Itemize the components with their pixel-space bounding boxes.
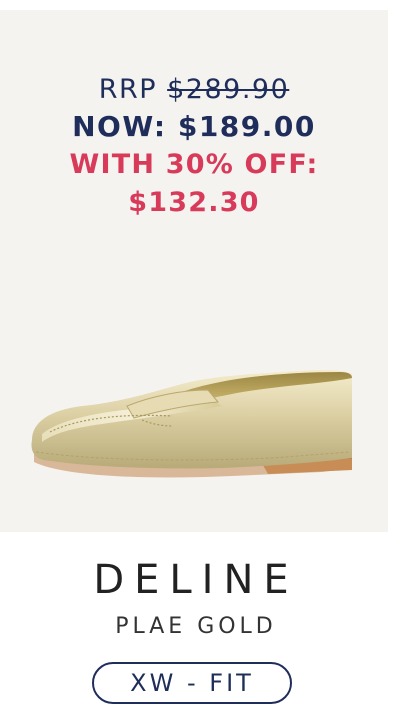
price-block: RRP $289.90 NOW: $189.00 WITH 30% OFF: $… [0, 72, 388, 222]
now-price: NOW: $189.00 [72, 110, 316, 143]
product-name[interactable]: DELINE [0, 556, 392, 604]
rrp-price: RRP $289.90 [0, 72, 388, 108]
gold-loafer-shoe-icon [31, 370, 353, 478]
product-card[interactable]: RRP $289.90 NOW: $189.00 WITH 30% OFF: $… [0, 0, 400, 728]
rrp-value: $289.90 [167, 74, 290, 105]
rrp-label: RRP [98, 74, 158, 105]
discount-price: WITH 30% OFF: $132.30 [69, 149, 319, 218]
product-image-panel[interactable]: RRP $289.90 NOW: $189.00 WITH 30% OFF: $… [0, 10, 388, 532]
fit-badge[interactable]: XW - FIT [92, 662, 292, 704]
product-color: PLAE GOLD [115, 614, 277, 639]
